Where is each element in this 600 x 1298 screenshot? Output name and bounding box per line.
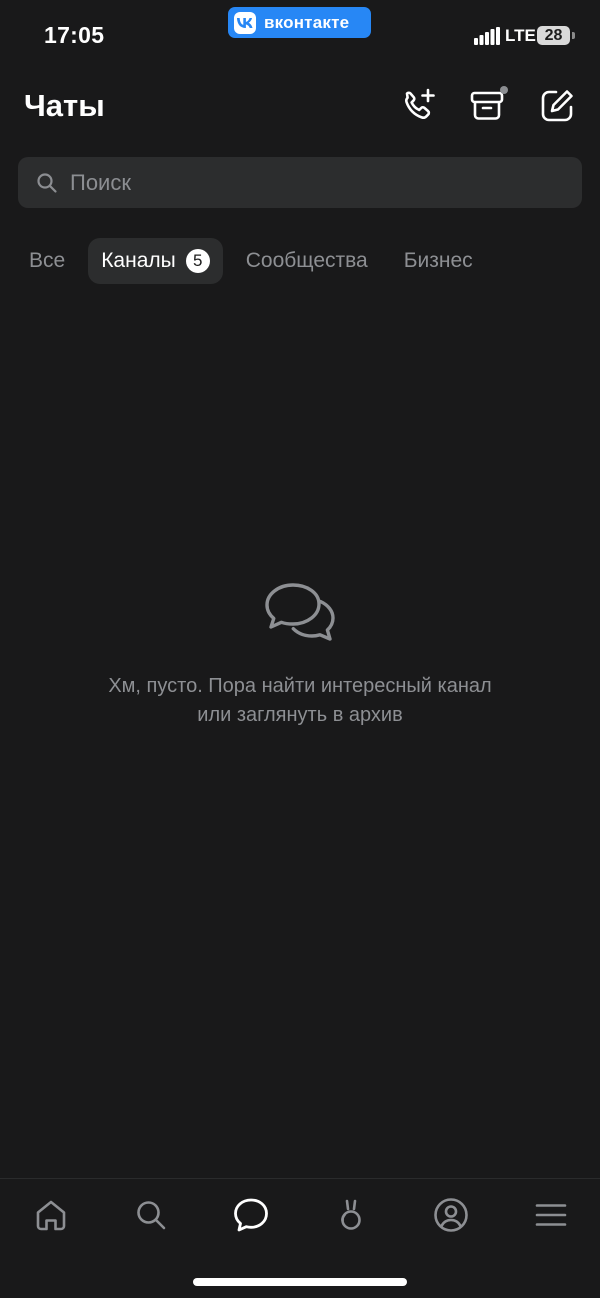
tab-label: Каналы: [101, 248, 176, 272]
compose-button[interactable]: [537, 86, 577, 126]
filter-tabs: Все Каналы 5 Сообщества Бизнес: [16, 237, 496, 284]
vk-app-pill[interactable]: вконтакте: [228, 7, 371, 38]
battery-icon: 28: [537, 26, 570, 45]
menu-icon: [535, 1204, 567, 1226]
tab-business[interactable]: Бизнес: [391, 238, 486, 284]
clips-icon: [341, 1199, 361, 1230]
nav-profile[interactable]: [431, 1195, 471, 1235]
status-time: 17:05: [44, 22, 105, 48]
empty-state-line-1: Хм, пусто. Пора найти интересный канал: [108, 675, 492, 697]
vk-logo-icon: [234, 11, 256, 34]
tab-label: Бизнес: [403, 248, 473, 272]
count-badge: 5: [185, 248, 210, 273]
battery-tip: [572, 32, 575, 39]
archive-unread-dot: [500, 86, 508, 94]
empty-state-line-2: или заглянуть в архив: [197, 704, 403, 726]
nav-home[interactable]: [31, 1195, 71, 1235]
tab-communities[interactable]: Сообщества: [233, 238, 381, 284]
tab-label: Сообщества: [245, 248, 368, 272]
battery-level: 28: [544, 26, 563, 44]
search-icon: [137, 1201, 166, 1230]
home-icon: [36, 1200, 66, 1231]
compose-icon: [541, 90, 573, 122]
tab-label: Все: [29, 248, 66, 272]
search-input[interactable]: [68, 168, 552, 197]
search-bar[interactable]: [18, 157, 582, 208]
network-type: LTE: [505, 26, 536, 45]
vk-pill-label: вконтакте: [264, 12, 350, 32]
status-bar: 17:05 вконтакте LTE 28: [0, 0, 600, 72]
chat-bubbles-icon: [265, 583, 335, 641]
messages-icon: [234, 1198, 268, 1232]
nav-clips[interactable]: [331, 1195, 371, 1235]
nav-menu[interactable]: [531, 1195, 571, 1235]
search-icon: [37, 172, 57, 193]
new-call-button[interactable]: [398, 86, 438, 126]
home-indicator[interactable]: [193, 1278, 407, 1286]
tab-channels[interactable]: Каналы 5: [88, 237, 223, 284]
nav-messages[interactable]: [231, 1195, 271, 1235]
empty-state-message: Хм, пусто. Пора найти интересный канал и…: [60, 672, 540, 730]
profile-icon: [434, 1198, 468, 1232]
tab-all[interactable]: Все: [16, 238, 78, 284]
phone-plus-icon: [405, 88, 435, 119]
signal-icon: [474, 27, 500, 45]
nav-search[interactable]: [131, 1195, 171, 1235]
page-title: Чаты: [24, 88, 105, 123]
